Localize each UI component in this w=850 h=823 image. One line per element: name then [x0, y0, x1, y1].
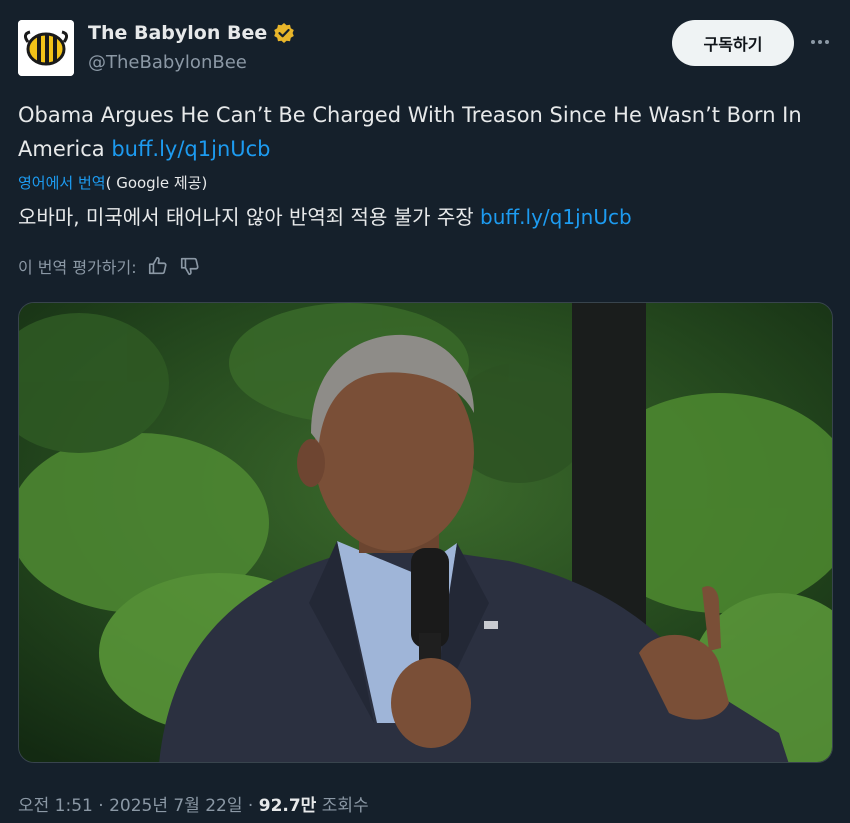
avatar[interactable]: [18, 20, 74, 76]
translated-link[interactable]: buff.ly/q1jnUcb: [480, 205, 632, 229]
photo-illustration: [19, 303, 832, 762]
display-name[interactable]: The Babylon Bee: [88, 22, 295, 44]
tweet-link[interactable]: buff.ly/q1jnUcb: [111, 137, 270, 161]
tweet-timestamp[interactable]: 오전 1:51 · 2025년 7월 22일 · 92.7만 조회수: [18, 791, 369, 816]
translation-attribution: 영어에서 번역( Google 제공): [18, 172, 207, 193]
thumbs-up-icon[interactable]: [147, 255, 169, 277]
more-horizontal-icon[interactable]: [806, 30, 834, 54]
translated-text: 오바마, 미국에서 태어나지 않아 반역죄 적용 불가 주장 buff.ly/q…: [18, 200, 838, 234]
tweet-container: The Babylon Bee @TheBabylonBee 구독하기 Obam…: [0, 0, 850, 823]
translated-from-label[interactable]: 영어에서 번역: [18, 174, 106, 192]
timestamp-date: 오전 1:51 · 2025년 7월 22일 ·: [18, 796, 259, 816]
rate-translation: 이 번역 평가하기:: [18, 254, 201, 278]
thumbs-down-icon[interactable]: [179, 255, 201, 277]
subscribe-button[interactable]: 구독하기: [672, 20, 794, 66]
views-count: 92.7만: [258, 796, 317, 816]
more-dot: [818, 40, 822, 44]
display-name-text: The Babylon Bee: [88, 22, 268, 44]
rate-translation-label: 이 번역 평가하기:: [18, 258, 137, 277]
more-dot: [811, 40, 815, 44]
translated-body: 오바마, 미국에서 태어나지 않아 반역죄 적용 불가 주장: [18, 205, 481, 229]
translation-provider: ( Google 제공): [105, 174, 208, 192]
babylon-bee-logo-icon: [18, 20, 74, 76]
tweet-photo[interactable]: [18, 302, 833, 763]
more-dot: [825, 40, 829, 44]
handle[interactable]: @TheBabylonBee: [88, 52, 247, 73]
verified-badge-icon: [274, 23, 295, 43]
views-label: 조회수: [316, 796, 369, 816]
tweet-text: Obama Argues He Can’t Be Charged With Tr…: [18, 98, 838, 166]
